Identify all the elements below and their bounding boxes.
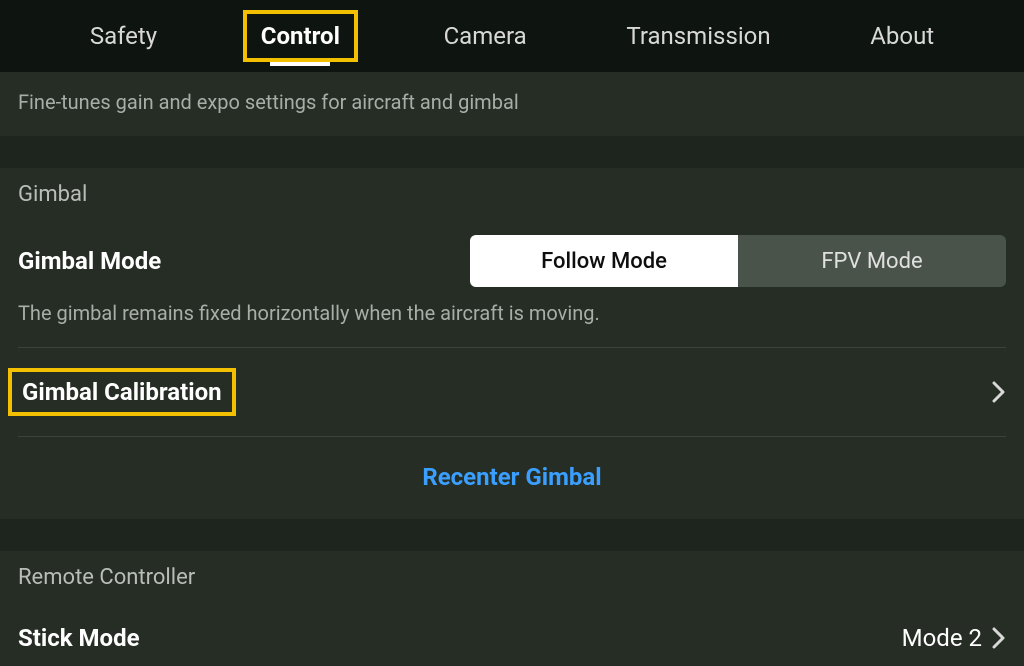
- stick-mode-row[interactable]: Stick Mode Mode 2: [0, 604, 1024, 666]
- gimbal-mode-follow-option[interactable]: Follow Mode: [470, 235, 738, 287]
- recenter-gimbal-button[interactable]: Recenter Gimbal: [422, 463, 601, 491]
- gimbal-mode-help: The gimbal remains fixed horizontally wh…: [0, 301, 1024, 347]
- recenter-gimbal-row: Recenter Gimbal: [0, 437, 1024, 519]
- tab-active-underline: [270, 62, 330, 66]
- gimbal-mode-fpv-option[interactable]: FPV Mode: [738, 235, 1006, 287]
- tab-about[interactable]: About: [856, 14, 948, 58]
- section-header-remote: Remote Controller: [0, 551, 1024, 604]
- gimbal-calibration-row[interactable]: Gimbal Calibration: [0, 348, 1024, 436]
- gain-expo-description: Fine-tunes gain and expo settings for ai…: [0, 72, 1024, 136]
- tab-control-label: Control: [261, 22, 340, 50]
- chevron-right-icon: [992, 627, 1006, 649]
- section-gap: [0, 136, 1024, 168]
- stick-mode-value-wrap: Mode 2: [902, 624, 1006, 652]
- gimbal-mode-segmented[interactable]: Follow Mode FPV Mode: [470, 235, 1006, 287]
- settings-content: Fine-tunes gain and expo settings for ai…: [0, 72, 1024, 666]
- stick-mode-value: Mode 2: [902, 624, 982, 652]
- tab-camera[interactable]: Camera: [430, 14, 541, 58]
- tab-transmission[interactable]: Transmission: [612, 14, 784, 58]
- gimbal-calibration-label: Gimbal Calibration: [8, 368, 236, 416]
- section-gap: [0, 519, 1024, 551]
- tab-safety[interactable]: Safety: [76, 14, 171, 58]
- chevron-right-icon: [992, 381, 1006, 403]
- section-header-gimbal: Gimbal: [0, 168, 1024, 221]
- gimbal-mode-row: Gimbal Mode Follow Mode FPV Mode: [0, 221, 1024, 301]
- tab-bar: Safety Control Camera Transmission About: [0, 0, 1024, 72]
- tab-control[interactable]: Control: [243, 10, 358, 62]
- stick-mode-label: Stick Mode: [18, 624, 140, 652]
- gimbal-mode-label: Gimbal Mode: [18, 247, 161, 275]
